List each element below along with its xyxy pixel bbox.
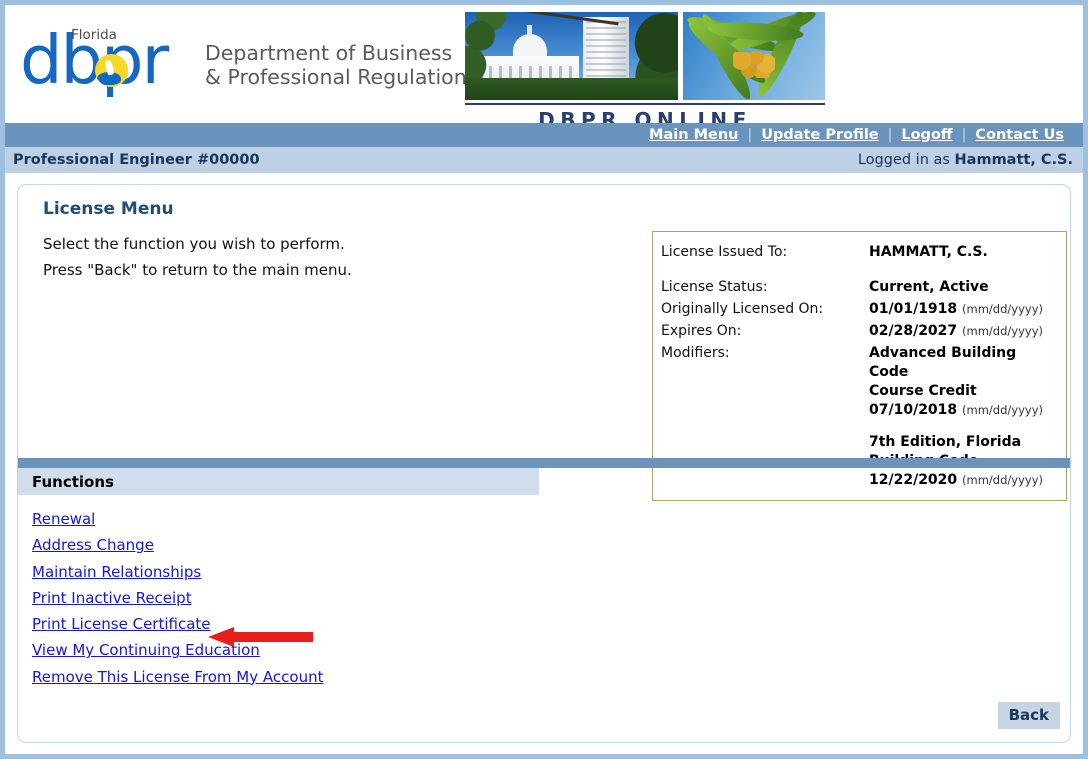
license-issued-to-label: License Issued To: xyxy=(661,244,788,260)
function-link-print-license-certificate[interactable]: Print License Certificate xyxy=(32,611,211,637)
back-button[interactable]: Back xyxy=(997,702,1060,729)
palm-tree-photo xyxy=(683,12,825,100)
license-issued-to-row: License Issued To: HAMMATT, C.S. xyxy=(661,241,1056,263)
department-name: Department of Business & Professional Re… xyxy=(205,41,467,89)
page-title: License Menu xyxy=(43,199,174,219)
banner-photos xyxy=(465,12,825,100)
banner-title: DBPR ONLINE SERVICES xyxy=(465,103,825,123)
expires-on-label: Expires On: xyxy=(661,323,742,339)
capitol-photo xyxy=(465,12,678,100)
modifier-item: Advanced Building Code Course Credit 07/… xyxy=(869,344,1056,420)
license-issued-to-value: HAMMATT, C.S. xyxy=(869,244,988,260)
license-status-label: License Status: xyxy=(661,279,768,295)
shrubs xyxy=(465,78,678,100)
modifier-name-line2: Course Credit xyxy=(869,383,977,399)
expires-on-date: 02/28/2027 xyxy=(869,323,958,339)
modifier-name-line1: 7th Edition, Florida xyxy=(869,434,1022,450)
license-status-value: Current, Active xyxy=(869,279,989,295)
expires-on-row: Expires On: 02/28/2027 (mm/dd/yyyy) xyxy=(661,320,1056,342)
nav-link-contact-us[interactable]: Contact Us xyxy=(966,127,1073,143)
logged-in-status: Logged in as Hammatt, C.S. xyxy=(858,152,1073,168)
coconut-cluster xyxy=(733,52,775,79)
functions-header-label: Functions xyxy=(32,472,114,491)
date-format-hint: (mm/dd/yyyy) xyxy=(962,403,1043,417)
section-divider xyxy=(18,458,1070,468)
function-link-print-inactive-receipt[interactable]: Print Inactive Receipt xyxy=(32,585,192,611)
license-type-number: Professional Engineer #00000 xyxy=(13,152,260,168)
originally-licensed-value: 01/01/1918 (mm/dd/yyyy) xyxy=(869,298,1043,320)
site-header: dbpr Florida Department of Business & Pr… xyxy=(5,5,1083,123)
originally-licensed-date: 01/01/1918 xyxy=(869,301,958,317)
functions-list: Renewal Address Change Maintain Relation… xyxy=(32,506,323,690)
function-link-maintain-relationships[interactable]: Maintain Relationships xyxy=(32,559,201,585)
logged-in-prefix: Logged in as xyxy=(857,152,955,168)
modifier-date-wrap: 12/22/2020 (mm/dd/yyyy) xyxy=(869,471,1056,490)
department-name-line2: & Professional Regulation xyxy=(205,65,467,89)
modifier-date: 07/10/2018 xyxy=(869,402,958,418)
originally-licensed-label: Originally Licensed On: xyxy=(661,301,824,317)
dbpr-online-services-page: dbpr Florida Department of Business & Pr… xyxy=(0,0,1088,759)
license-menu-card: License Menu Select the function you wis… xyxy=(17,184,1071,743)
date-format-hint: (mm/dd/yyyy) xyxy=(962,302,1043,316)
function-link-renewal[interactable]: Renewal xyxy=(32,506,95,532)
originally-licensed-row: Originally Licensed On: 01/01/1918 (mm/d… xyxy=(661,298,1056,320)
function-link-address-change[interactable]: Address Change xyxy=(32,532,154,558)
modifier-date: 12/22/2020 xyxy=(869,472,958,488)
date-format-hint: (mm/dd/yyyy) xyxy=(962,324,1043,338)
dbpr-logo-mark: dbpr Florida xyxy=(20,27,195,94)
nav-link-main-menu[interactable]: Main Menu xyxy=(640,127,747,143)
nav-link-logoff[interactable]: Logoff xyxy=(892,127,961,143)
florida-label: Florida xyxy=(71,27,117,43)
online-services-banner: DBPR ONLINE SERVICES xyxy=(465,12,825,123)
modifier-name-line1: Advanced Building Code xyxy=(869,345,1017,380)
function-link-remove-this-license[interactable]: Remove This License From My Account xyxy=(32,664,323,690)
nav-link-update-profile[interactable]: Update Profile xyxy=(752,127,887,143)
modifier-date-wrap: 07/10/2018 (mm/dd/yyyy) xyxy=(869,401,1056,420)
department-name-line1: Department of Business xyxy=(205,41,453,65)
expires-on-value: 02/28/2027 (mm/dd/yyyy) xyxy=(869,320,1043,342)
license-info-bar: Professional Engineer #00000 Logged in a… xyxy=(5,147,1083,173)
red-arrow-annotation-icon xyxy=(208,627,313,647)
top-navigation-bar: Main Menu | Update Profile | Logoff | Co… xyxy=(5,123,1083,147)
florida-seal-icon xyxy=(95,54,128,87)
dbpr-logo[interactable]: dbpr Florida Department of Business & Pr… xyxy=(20,27,467,94)
date-format-hint: (mm/dd/yyyy) xyxy=(962,473,1043,487)
logged-in-username: Hammatt, C.S. xyxy=(954,152,1073,168)
license-status-row: License Status: Current, Active xyxy=(661,276,1056,298)
card-content: License Menu Select the function you wis… xyxy=(18,185,1070,742)
functions-section-header: Functions xyxy=(18,468,539,495)
